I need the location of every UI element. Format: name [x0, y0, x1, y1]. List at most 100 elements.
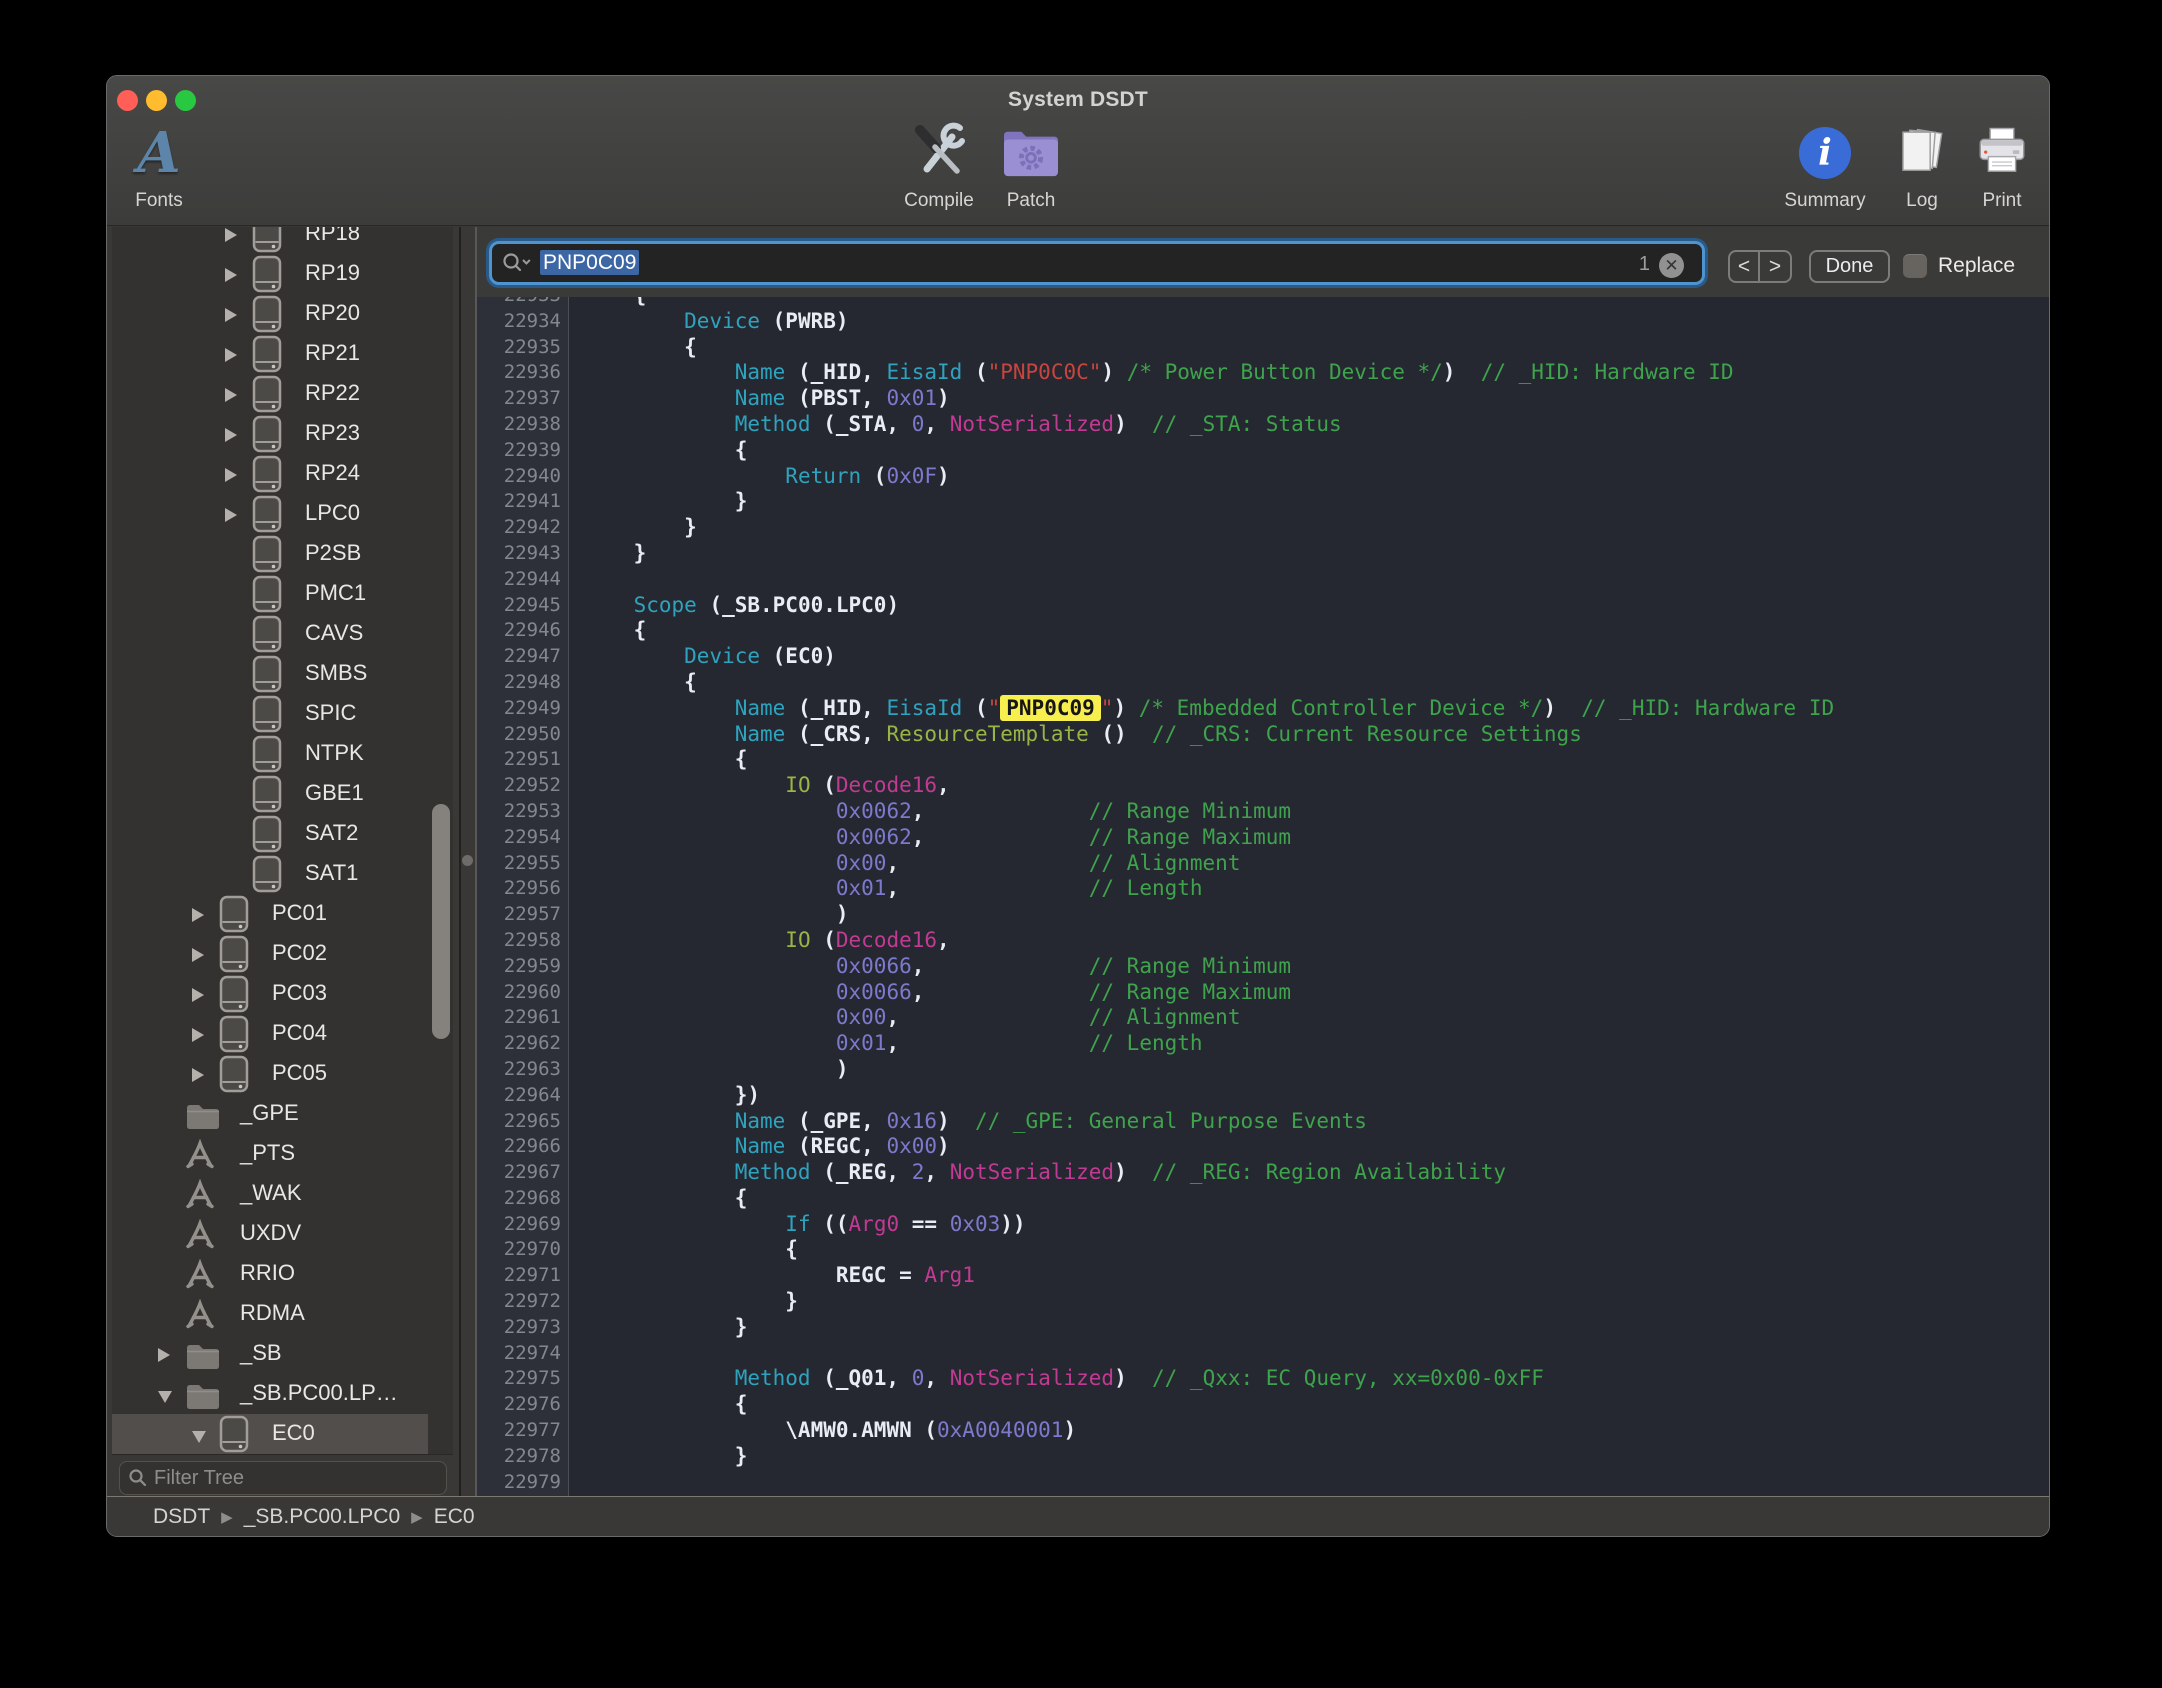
breadcrumb-item-dsdt[interactable]: DSDT [153, 1505, 210, 1529]
tree-item-rp18[interactable]: RP18 [112, 227, 428, 254]
tree-item-pc04[interactable]: PC04 [112, 1014, 428, 1054]
code-line-22971: REGC = Arg1 [570, 1263, 2049, 1289]
filter-placeholder: Filter Tree [154, 1467, 244, 1490]
replace-checkbox[interactable] [1903, 254, 1927, 278]
tree-item-rp19[interactable]: RP19 [112, 254, 428, 294]
disclosure-right-icon[interactable] [225, 428, 237, 442]
tree-item-label: RP20 [305, 300, 360, 326]
line-number: 22956 [477, 876, 561, 902]
disclosure-right-icon[interactable] [192, 908, 204, 922]
disclosure-right-icon[interactable] [158, 1348, 170, 1362]
print-button[interactable]: Print [1937, 120, 2050, 212]
line-number: 22944 [477, 567, 561, 593]
tree-item-rp22[interactable]: RP22 [112, 374, 428, 414]
tree-item-pmc1[interactable]: PMC1 [112, 574, 428, 614]
code-line-22948: { [570, 670, 2049, 696]
toolbar-label: Patch [966, 190, 1096, 212]
tree-item-pc05[interactable]: PC05 [112, 1054, 428, 1094]
window-title: System DSDT [107, 88, 2049, 112]
search-menu-icon[interactable] [502, 252, 532, 274]
line-number: 22957 [477, 902, 561, 928]
disclosure-right-icon[interactable] [225, 508, 237, 522]
patch-button[interactable]: Patch [966, 120, 1096, 212]
device-icon [252, 575, 282, 613]
clear-search-icon[interactable]: ✕ [1659, 253, 1684, 278]
code-area[interactable]: { Device (PWRB) { Name (_HID, EisaId ("P… [570, 297, 2049, 1496]
code-line-22977: \AMW0.AMWN (0xA0040001) [570, 1418, 2049, 1444]
disclosure-right-icon[interactable] [192, 988, 204, 1002]
disclosure-down-icon[interactable] [158, 1391, 172, 1403]
tree-item-rp20[interactable]: RP20 [112, 294, 428, 334]
tree-item-label: RP23 [305, 420, 360, 446]
code-line-22933: { [570, 297, 2049, 309]
tree-item-rp21[interactable]: RP21 [112, 334, 428, 374]
tree-item-uxdv[interactable]: UXDV [112, 1214, 428, 1254]
disclosure-right-icon[interactable] [225, 228, 237, 242]
previous-match-button[interactable]: < [1730, 252, 1760, 281]
device-icon [219, 1415, 249, 1453]
line-number: 22949 [477, 696, 561, 722]
code-line-22978: } [570, 1444, 2049, 1470]
tree-item-p2sb[interactable]: P2SB [112, 534, 428, 574]
tree-item-_wak[interactable]: _WAK [112, 1174, 428, 1214]
tree-item-cavs[interactable]: CAVS [112, 614, 428, 654]
tree-item-rp23[interactable]: RP23 [112, 414, 428, 454]
code-line-22939: { [570, 438, 2049, 464]
tree-item-_pts[interactable]: _PTS [112, 1134, 428, 1174]
breadcrumb-item-_sbpc00lpc0[interactable]: _SB.PC00.LPC0 [244, 1505, 400, 1529]
code-line-22974 [570, 1341, 2049, 1367]
disclosure-down-icon[interactable] [192, 1431, 206, 1443]
line-number: 22979 [477, 1470, 561, 1496]
breadcrumb-item-ec0[interactable]: EC0 [434, 1505, 475, 1529]
disclosure-right-icon[interactable] [225, 348, 237, 362]
tree-item-sat2[interactable]: SAT2 [112, 814, 428, 854]
tree-item-ntpk[interactable]: NTPK [112, 734, 428, 774]
tree-item-pc01[interactable]: PC01 [112, 894, 428, 934]
line-number: 22937 [477, 386, 561, 412]
line-number: 22969 [477, 1212, 561, 1238]
disclosure-right-icon[interactable] [225, 308, 237, 322]
tree-item-_sbpc00lp[interactable]: _SB.PC00.LP… [112, 1374, 428, 1414]
device-icon [252, 535, 282, 573]
splitter-handle[interactable] [462, 855, 473, 866]
tree-item-_sb[interactable]: _SB [112, 1334, 428, 1374]
code-editor[interactable]: 2293322934229352293622937229382293922940… [477, 297, 2049, 1496]
filter-tree-input[interactable]: Filter Tree [119, 1461, 447, 1495]
disclosure-right-icon[interactable] [192, 1028, 204, 1042]
tree-item-rp24[interactable]: RP24 [112, 454, 428, 494]
tree-item-pc03[interactable]: PC03 [112, 974, 428, 1014]
tree-item-rdma[interactable]: RDMA [112, 1294, 428, 1334]
tree-item-gbe1[interactable]: GBE1 [112, 774, 428, 814]
tree-item-_gpe[interactable]: _GPE [112, 1094, 428, 1134]
code-line-22976: { [570, 1392, 2049, 1418]
search-input[interactable]: PNP0C09 1 ✕ [489, 241, 1705, 285]
sidebar-divider[interactable] [459, 227, 461, 1496]
code-line-22957: ) [570, 902, 2049, 928]
device-icon [252, 695, 282, 733]
code-line-22935: { [570, 335, 2049, 361]
disclosure-right-icon[interactable] [192, 948, 204, 962]
sidebar-scrollbar[interactable] [432, 804, 450, 1039]
disclosure-right-icon[interactable] [225, 468, 237, 482]
next-match-button[interactable]: > [1760, 252, 1790, 281]
tree-item-rrio[interactable]: RRIO [112, 1254, 428, 1294]
method-icon [185, 1179, 215, 1209]
tree-item-lpc0[interactable]: LPC0 [112, 494, 428, 534]
tree-item-spic[interactable]: SPIC [112, 694, 428, 734]
device-icon [219, 895, 249, 933]
tree-item-smbs[interactable]: SMBS [112, 654, 428, 694]
done-button[interactable]: Done [1809, 250, 1890, 283]
disclosure-right-icon[interactable] [225, 388, 237, 402]
disclosure-right-icon[interactable] [225, 268, 237, 282]
disclosure-right-icon[interactable] [192, 1068, 204, 1082]
tree-item-pc02[interactable]: PC02 [112, 934, 428, 974]
fonts-button[interactable]: AFonts [106, 120, 224, 212]
breadcrumb: DSDT▶_SB.PC00.LPC0▶EC0 [107, 1496, 2049, 1536]
tree-item-label: SPIC [305, 700, 356, 726]
tree-item-ec0[interactable]: EC0 [112, 1414, 428, 1454]
tree-item-sat1[interactable]: SAT1 [112, 854, 428, 894]
device-tree[interactable]: RP18RP19 RP20 RP21RP22 RP23 RP24LPC0P2SBPMC1… [112, 227, 453, 1454]
code-line-22934: Device (PWRB) [570, 309, 2049, 335]
patch-icon [966, 120, 1096, 186]
sidebar: RP18RP19 RP20 RP21RP22 RP23 RP24LPC0P2SBPMC1… [112, 227, 453, 1496]
